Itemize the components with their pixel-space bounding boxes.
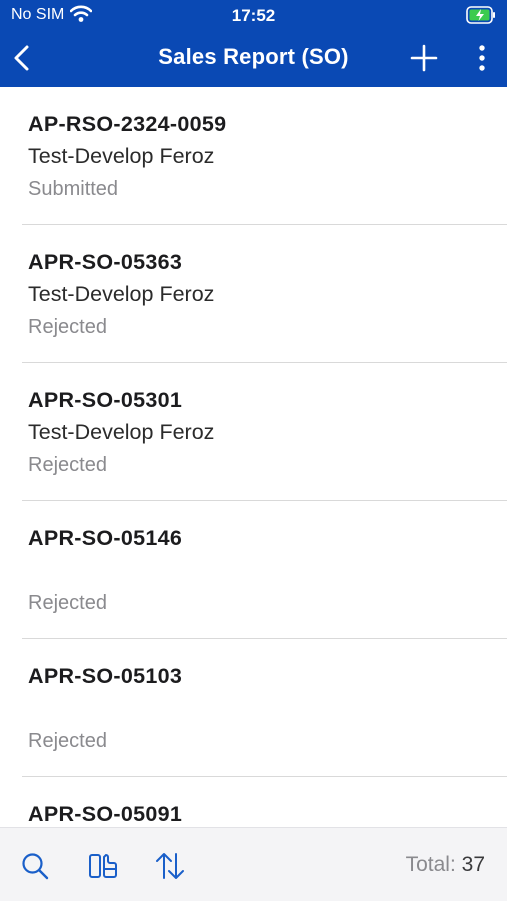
status-bar: No SIM 17:52 <box>0 0 507 30</box>
item-owner: Test-Develop Feroz <box>28 420 215 444</box>
search-icon <box>22 853 49 880</box>
navigation-bar: Sales Report (SO) <box>0 30 507 87</box>
list-item[interactable]: APR-SO-05301 Test-Develop Feroz Rejected <box>22 363 507 501</box>
item-owner: Test-Develop Feroz <box>28 144 215 168</box>
total-value: 37 <box>461 853 485 876</box>
sales-report-list: AP-RSO-2324-0059 Test-Develop Feroz Subm… <box>0 87 507 827</box>
sort-button[interactable] <box>154 850 186 882</box>
chevron-left-icon <box>14 45 29 71</box>
list-item[interactable]: APR-SO-05103 Rejected <box>22 639 507 777</box>
plus-icon <box>410 44 438 72</box>
back-button[interactable] <box>8 42 38 74</box>
list-item[interactable]: AP-RSO-2324-0059 Test-Develop Feroz Subm… <box>22 87 507 225</box>
item-id: APR-SO-05301 <box>28 388 183 412</box>
item-status: Rejected <box>28 316 107 338</box>
layout-button[interactable] <box>87 850 119 882</box>
page-title: Sales Report (SO) <box>158 44 349 69</box>
item-status: Rejected <box>28 592 107 614</box>
item-owner: Test-Develop Feroz <box>28 282 215 306</box>
more-vertical-icon <box>479 45 485 71</box>
list-item[interactable]: APR-SO-05363 Test-Develop Feroz Rejected <box>22 225 507 363</box>
item-id: AP-RSO-2324-0059 <box>28 112 227 136</box>
item-id: APR-SO-05091 <box>28 802 183 826</box>
total-label: Total: <box>405 853 456 876</box>
list-item[interactable]: APR-SO-05146 Rejected <box>22 501 507 639</box>
layout-icon <box>89 853 117 878</box>
bottom-toolbar: Total: 37 <box>0 827 507 901</box>
total-count: Total: 37 <box>406 853 485 877</box>
item-id: APR-SO-05146 <box>28 526 183 550</box>
item-status: Rejected <box>28 730 107 752</box>
list-item[interactable]: APR-SO-05091 <box>22 777 507 827</box>
search-button[interactable] <box>19 850 51 882</box>
status-time: 17:52 <box>231 6 276 25</box>
item-status: Rejected <box>28 454 107 476</box>
sort-icon <box>156 853 184 879</box>
more-options-button[interactable] <box>470 42 494 74</box>
item-id: APR-SO-05103 <box>28 664 183 688</box>
battery-charging-icon <box>466 6 496 29</box>
item-status: Submitted <box>28 178 119 200</box>
add-button[interactable] <box>408 42 440 74</box>
item-id: APR-SO-05363 <box>28 250 183 274</box>
